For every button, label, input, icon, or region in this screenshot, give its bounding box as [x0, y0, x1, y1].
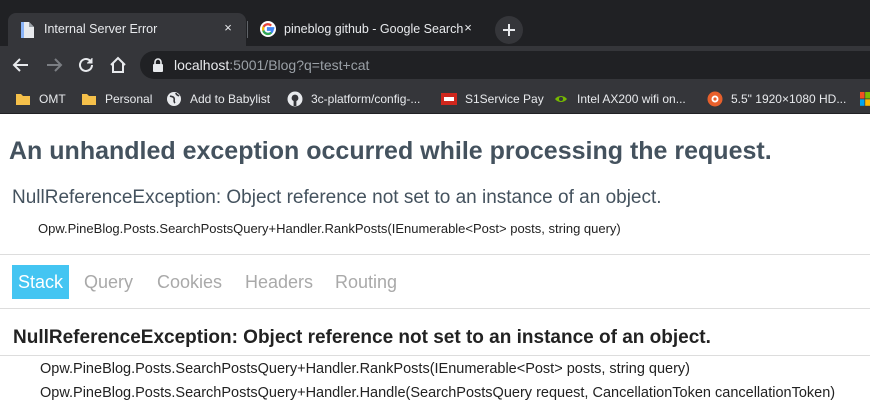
globe-icon	[167, 92, 181, 106]
folder-icon	[16, 94, 30, 105]
bookmarks-bar: OMT Personal Add to Babylist 3c-platform…	[0, 84, 870, 114]
browser-tab-google-search[interactable]: pineblog github - Google Search ×	[248, 13, 486, 46]
bookmark-label: 3c-platform/config-...	[311, 92, 421, 106]
browser-tab-internal-server-error[interactable]: Internal Server Error ×	[8, 13, 246, 46]
exception-location: Opw.PineBlog.Posts.SearchPostsQuery+Hand…	[38, 221, 621, 236]
adp-icon	[441, 93, 457, 105]
tab-title: Internal Server Error	[44, 22, 158, 36]
tab-stack[interactable]: Stack	[12, 265, 70, 299]
folder-icon	[82, 94, 96, 105]
windows-icon[interactable]	[860, 91, 870, 107]
bookmark-label: OMT	[39, 92, 66, 106]
bookmark-display[interactable]: 5.5" 1920×1080 HD...	[707, 90, 846, 108]
bookmark-omt[interactable]: OMT	[15, 90, 66, 108]
google-icon	[260, 21, 276, 37]
bookmark-3c-platform[interactable]: 3c-platform/config-...	[287, 90, 420, 108]
new-tab-button[interactable]	[495, 16, 523, 44]
divider	[0, 308, 870, 309]
browser-tab-strip: Internal Server Error × pineblog github …	[0, 0, 870, 46]
lock-icon[interactable]	[152, 58, 164, 72]
stack-frame[interactable]: Opw.PineBlog.Posts.SearchPostsQuery+Hand…	[40, 361, 690, 377]
url-text[interactable]: localhost:5001/Blog?q=test+cat	[174, 57, 369, 73]
stack-frame[interactable]: Opw.PineBlog.Posts.SearchPostsQuery+Hand…	[40, 385, 835, 401]
tab-cookies[interactable]: Cookies	[151, 265, 228, 299]
url-path: :5001/Blog?q=test+cat	[229, 57, 370, 73]
tab-query[interactable]: Query	[78, 265, 139, 299]
tab-title: pineblog github - Google Search	[284, 22, 464, 36]
error-page: An unhandled exception occurred while pr…	[0, 115, 870, 405]
page-title: An unhandled exception occurred while pr…	[9, 137, 772, 165]
bookmark-label: Add to Babylist	[190, 92, 271, 106]
exception-title: NullReferenceException: Object reference…	[12, 187, 662, 208]
bookmark-label: 5.5" 1920×1080 HD...	[731, 92, 847, 106]
close-tab-icon[interactable]: ×	[460, 20, 476, 36]
back-arrow-icon[interactable]	[11, 55, 31, 75]
home-icon[interactable]	[108, 55, 128, 75]
bookmark-s1service-pay[interactable]: S1Service Pay	[441, 90, 544, 108]
forward-arrow-icon[interactable]	[44, 55, 64, 75]
bookmark-personal[interactable]: Personal	[81, 90, 152, 108]
browser-toolbar: localhost:5001/Blog?q=test+cat	[0, 46, 870, 84]
store-icon	[707, 91, 723, 107]
tab-headers[interactable]: Headers	[239, 265, 319, 299]
document-icon	[21, 22, 34, 38]
bookmark-intel-ax200[interactable]: Intel AX200 wifi on...	[553, 90, 686, 108]
tab-routing[interactable]: Routing	[329, 265, 403, 299]
bookmark-add-to-babylist[interactable]: Add to Babylist	[166, 90, 270, 108]
close-tab-icon[interactable]: ×	[220, 20, 236, 36]
divider	[0, 355, 870, 356]
nvidia-icon	[553, 93, 569, 105]
stack-exception-title: NullReferenceException: Object reference…	[13, 327, 711, 348]
bookmark-label: Personal	[105, 92, 153, 106]
github-icon	[287, 91, 303, 107]
bookmark-label: Intel AX200 wifi on...	[577, 92, 686, 106]
address-bar[interactable]: localhost:5001/Blog?q=test+cat	[140, 51, 870, 79]
reload-icon[interactable]	[76, 55, 96, 75]
plus-icon	[503, 24, 515, 36]
url-host: localhost	[174, 57, 230, 73]
bookmark-label: S1Service Pay	[465, 92, 544, 106]
divider	[0, 254, 870, 255]
